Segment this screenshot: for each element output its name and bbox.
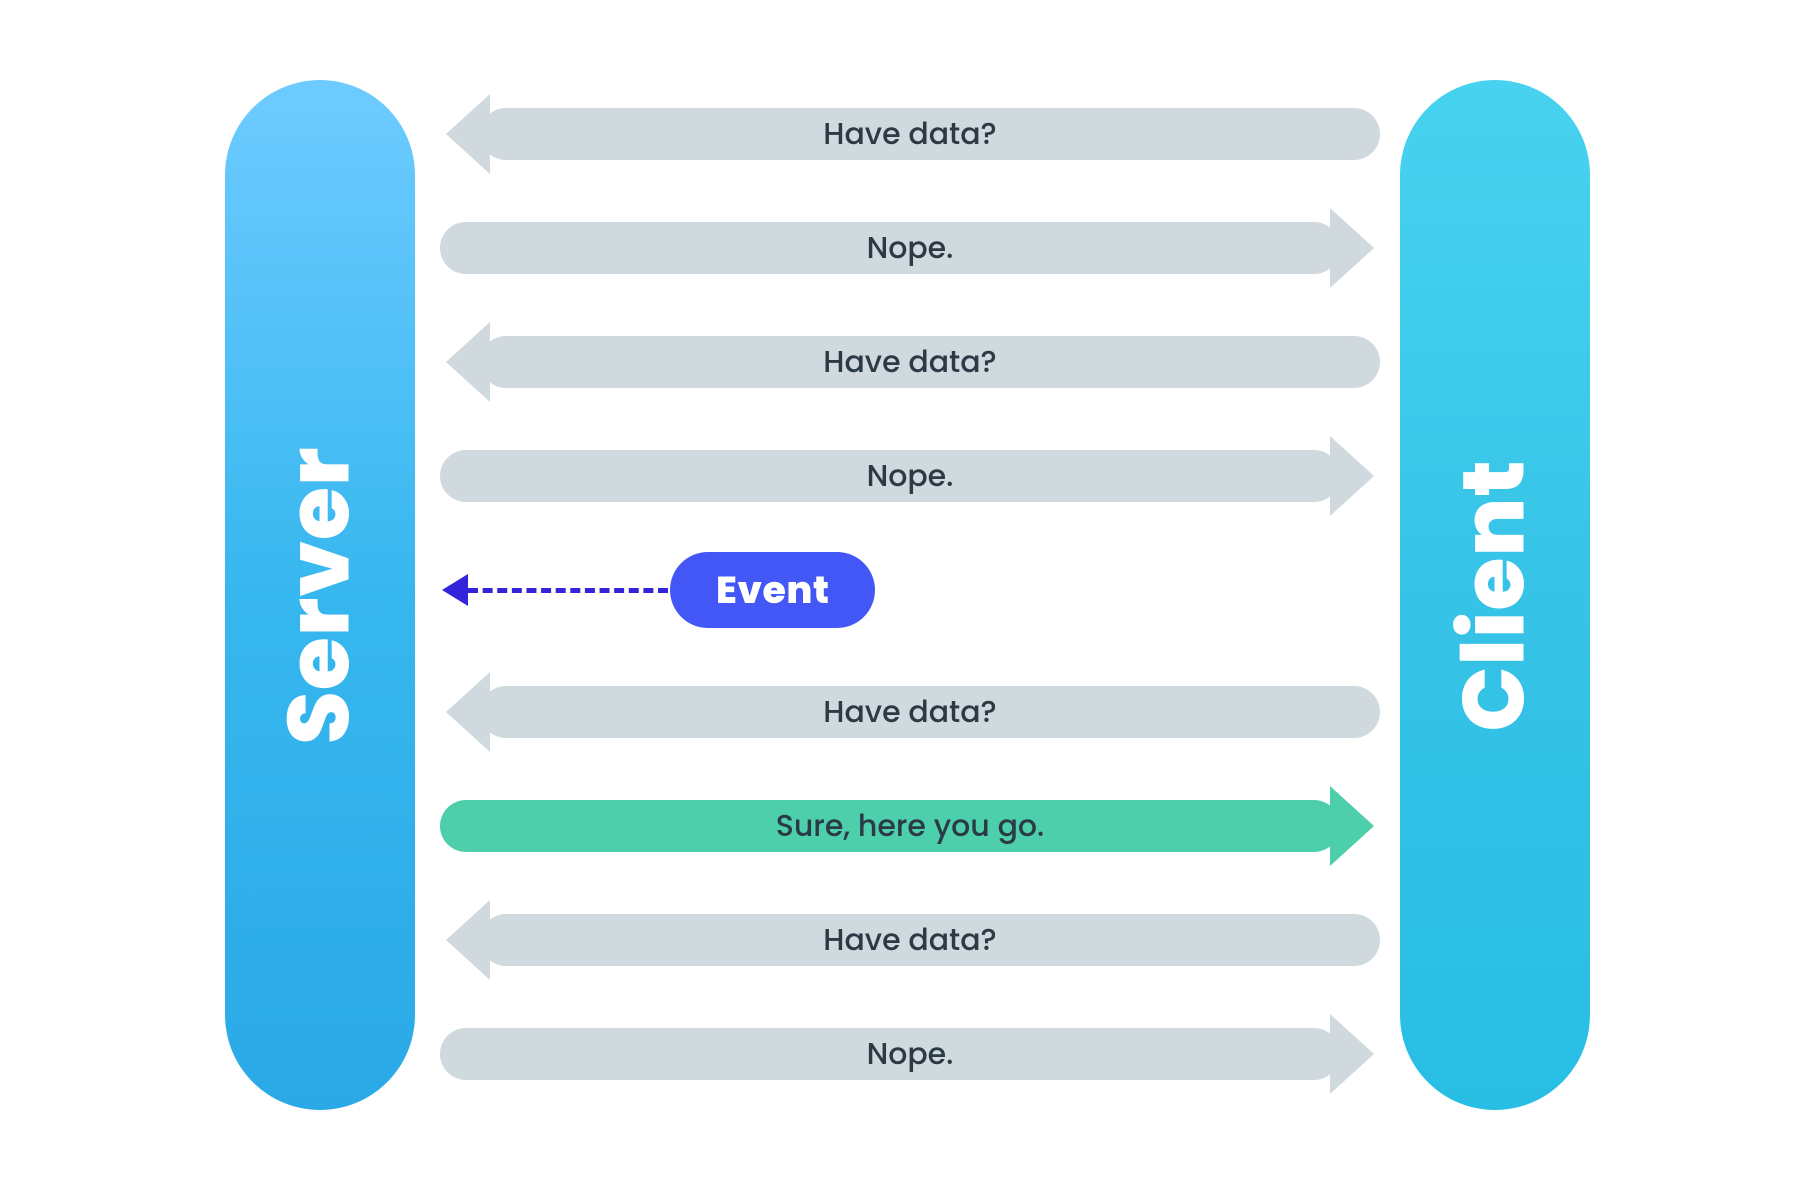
arrow-row: Nope. bbox=[440, 450, 1380, 502]
diagram-stage: Server Client Have data? Nope. Have data… bbox=[0, 0, 1800, 1200]
arrow-row: Have data? bbox=[440, 914, 1380, 966]
arrow-head-right-icon bbox=[1330, 436, 1374, 516]
arrow-row: Have data? bbox=[440, 108, 1380, 160]
arrow-head-right-icon bbox=[1330, 208, 1374, 288]
arrow-label: Have data? bbox=[823, 689, 996, 735]
event-arrowhead-icon bbox=[442, 574, 468, 606]
arrow-label: Nope. bbox=[867, 453, 954, 499]
arrow-row: Nope. bbox=[440, 222, 1380, 274]
event-row: Event bbox=[440, 552, 1380, 628]
event-pill: Event bbox=[670, 552, 875, 628]
arrow-row: Nope. bbox=[440, 1028, 1380, 1080]
arrow-head-left-icon bbox=[446, 900, 490, 980]
arrow-row: Sure, here you go. bbox=[440, 800, 1380, 852]
server-label: Server bbox=[256, 446, 385, 744]
arrow-head-left-icon bbox=[446, 322, 490, 402]
arrow-label: Have data? bbox=[823, 339, 996, 385]
arrow-label: Nope. bbox=[867, 225, 954, 271]
arrow-row: Have data? bbox=[440, 686, 1380, 738]
arrow-head-right-icon bbox=[1330, 1014, 1374, 1094]
arrow-label: Nope. bbox=[867, 1031, 954, 1077]
arrow-label: Sure, here you go. bbox=[776, 803, 1045, 849]
server-pillar: Server bbox=[225, 80, 415, 1110]
arrow-label: Have data? bbox=[823, 111, 996, 157]
arrow-head-left-icon bbox=[446, 672, 490, 752]
client-label: Client bbox=[1431, 459, 1560, 731]
arrow-head-left-icon bbox=[446, 94, 490, 174]
client-pillar: Client bbox=[1400, 80, 1590, 1110]
arrow-row: Have data? bbox=[440, 336, 1380, 388]
event-label: Event bbox=[716, 562, 829, 619]
arrow-label: Have data? bbox=[823, 917, 996, 963]
arrow-head-right-icon bbox=[1330, 786, 1374, 866]
event-dashed-line bbox=[468, 588, 668, 593]
